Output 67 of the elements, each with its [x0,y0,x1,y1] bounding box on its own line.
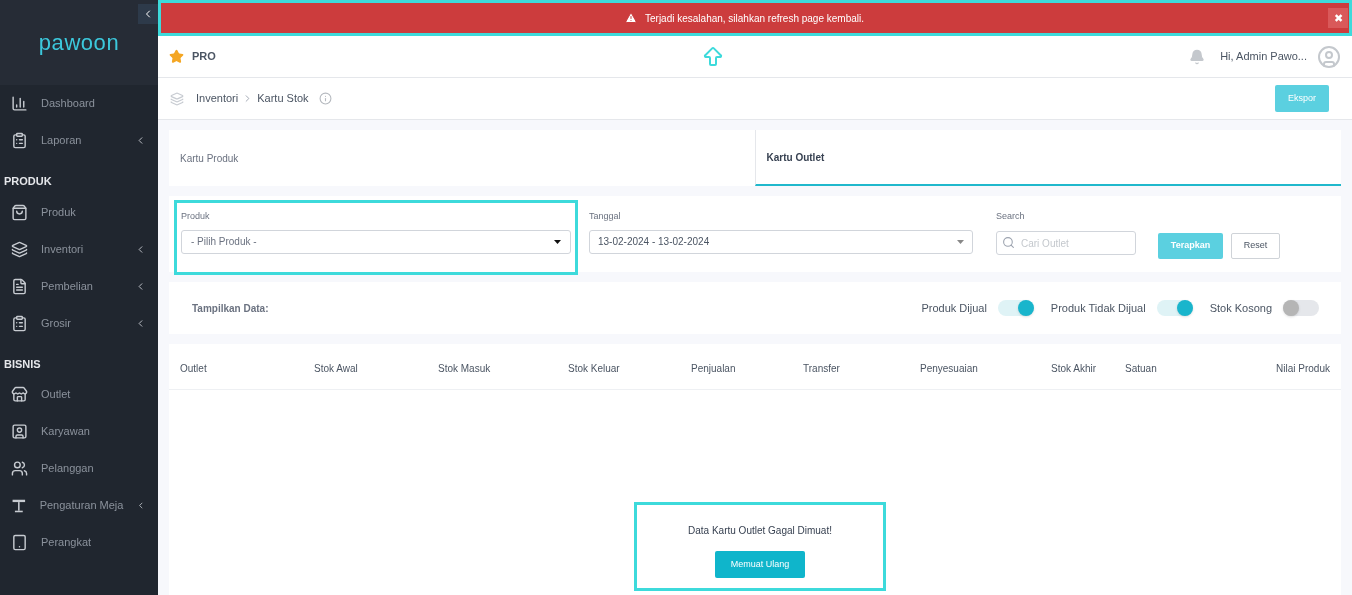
toggle-switch[interactable] [1156,300,1193,316]
breadcrumb-current: Kartu Stok [257,91,309,107]
menu-icon [11,277,28,295]
error-message: Data Kartu Outlet Gagal Dimuat! [688,524,832,538]
sidebar-item[interactable]: Karyawan [0,413,158,450]
toggle-switch[interactable] [1283,300,1319,316]
close-button[interactable]: ✖ [1328,8,1348,28]
sidebar-item[interactable]: Inventori [0,230,158,268]
menu-icon [11,460,28,477]
product-select[interactable]: - Pilih Produk - [181,229,571,254]
column-header: Outlet [180,362,207,374]
field-label: Tanggal [589,210,622,223]
toggle-label: Produk Tidak Dijual [1050,300,1146,316]
sidebar-item[interactable]: Grosir [0,304,158,342]
date-range-select[interactable]: 13-02-2024 - 13-02-2024 [589,229,973,254]
column-header: Stok Akhir [1051,362,1097,374]
sidebar-item[interactable]: Pembelian [0,267,158,305]
sidebar-item[interactable]: Produk [0,193,158,231]
field-label: Produk [181,210,211,223]
sidebar-item[interactable]: Laporan [0,122,158,159]
column-header: Transfer [803,362,840,374]
sidebar-item[interactable]: Perangkat [0,524,158,561]
menu-icon [11,203,28,221]
search-field[interactable]: Cari Outlet [996,231,1136,255]
section-title: PRODUK [3,174,53,189]
field-label: Search [996,210,1026,223]
info-icon[interactable] [318,92,332,105]
toggle-switch[interactable] [997,300,1034,316]
plan-label: PRO [192,49,216,65]
reset-button[interactable]: Reset [1231,233,1280,259]
menu-icon [11,95,28,112]
section-title: BISNIS [3,356,42,372]
column-header: Stok Masuk [438,362,491,374]
menu-icon [11,132,28,149]
column-header: Stok Keluar [568,362,620,374]
avatar-icon[interactable] [1317,44,1341,69]
toggle-label: Produk Dijual [921,300,987,316]
warning-icon [625,12,637,24]
menu-icon [11,423,28,440]
menu-icon [11,240,28,258]
sidebar-item[interactable]: Outlet [0,376,158,413]
inventory-icon [170,91,184,106]
sidebar-item[interactable]: Pengaturan Meja [0,487,158,524]
collapse-button[interactable] [138,4,158,24]
column-header: Nilai Produk [1276,362,1330,374]
toggle-label: Stok Kosong [1209,300,1272,316]
column-header: Satuan [1125,362,1157,374]
bell-icon[interactable] [1189,48,1206,65]
caret-icon [957,239,964,244]
caret-icon [554,239,561,244]
column-header: Stok Awal [314,362,358,374]
display-label: Tampilkan Data: [192,301,270,316]
menu-icon [11,314,28,332]
menu-icon [11,534,28,551]
tab[interactable]: Kartu Produk [169,130,755,186]
column-header: Penjualan [691,362,736,374]
column-header: Penyesuaian [920,362,978,374]
breadcrumb-link[interactable]: Inventori [196,90,239,107]
alert-message: Terjadi kesalahan, silahkan refresh page kembali. [645,11,864,26]
menu-icon [11,386,28,403]
search-icon [1002,235,1015,249]
user-name: Hi, Admin Pawo... [1220,49,1307,65]
tab[interactable]: Kartu Outlet [754,130,1341,186]
sidebar-item[interactable]: Pelanggan [0,450,158,487]
sidebar-item[interactable]: Dashboard [0,85,158,122]
logo: pawoon [38,29,120,57]
star-icon [169,49,184,64]
